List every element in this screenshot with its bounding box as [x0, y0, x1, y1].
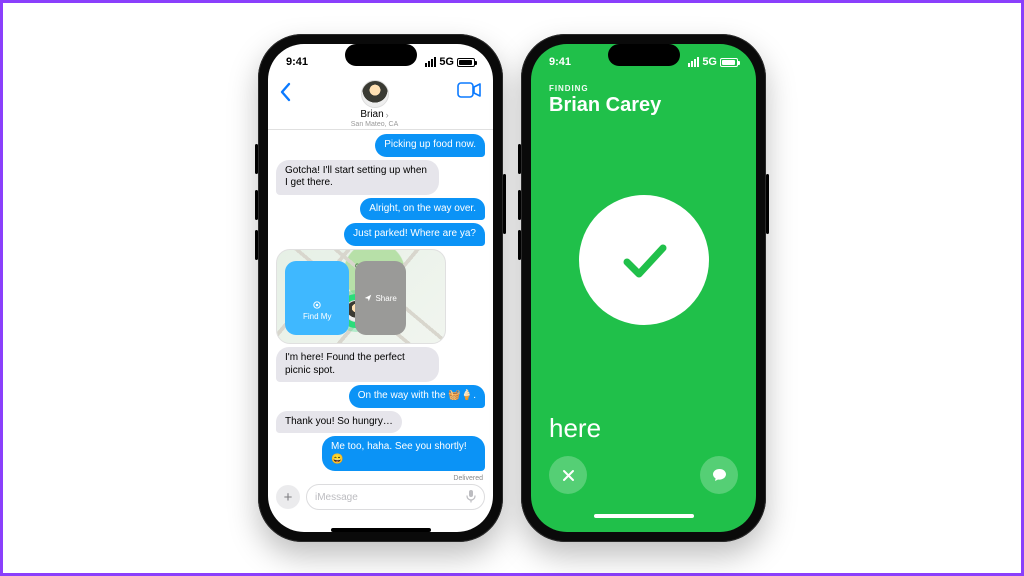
- cellular-icon: [688, 57, 699, 67]
- battery-icon: [720, 58, 738, 67]
- cellular-icon: [425, 57, 436, 67]
- location-card[interactable]: Central Park andJapanese Garden Find My …: [276, 249, 446, 345]
- message-button[interactable]: [700, 456, 738, 494]
- back-button[interactable]: [278, 80, 292, 108]
- add-button[interactable]: +: [276, 485, 300, 509]
- message-input[interactable]: iMessage: [306, 484, 485, 510]
- input-placeholder: iMessage: [315, 492, 358, 503]
- message-in[interactable]: Gotcha! I'll start setting up when I get…: [276, 160, 439, 195]
- delivered-label: Delivered: [453, 475, 483, 482]
- message-out[interactable]: Me too, haha. See you shortly! 😄: [322, 436, 485, 471]
- message-thread[interactable]: Picking up food now. Gotcha! I'll start …: [268, 130, 493, 482]
- contact-header[interactable]: Brian› San Mateo, CA: [351, 80, 398, 128]
- promo-frame: 9:41 5G Brian› San Mateo, CA: [0, 0, 1024, 576]
- message-in[interactable]: I'm here! Found the perfect picnic spot.: [276, 347, 439, 382]
- network-label: 5G: [439, 56, 454, 68]
- share-button[interactable]: Share: [355, 261, 405, 335]
- iphone-findmy: 9:41 5G FINDING Brian Carey: [521, 34, 766, 542]
- finding-status: here: [549, 413, 738, 444]
- facetime-button[interactable]: [457, 80, 481, 103]
- location-arrow-icon: [364, 294, 372, 302]
- checkmark-circle-icon: [579, 195, 709, 325]
- close-button[interactable]: [549, 456, 587, 494]
- finding-indicator: [549, 107, 738, 413]
- message-out[interactable]: Picking up food now.: [375, 134, 485, 157]
- close-icon: [561, 468, 576, 483]
- findmy-app: 9:41 5G FINDING Brian Carey: [531, 44, 756, 532]
- message-out[interactable]: On the way with the 🧺🍦.: [349, 385, 485, 408]
- video-icon: [457, 82, 481, 98]
- status-time: 9:41: [286, 56, 308, 68]
- chevron-right-icon: ›: [386, 110, 389, 120]
- messages-app: 9:41 5G Brian› San Mateo, CA: [268, 44, 493, 532]
- dynamic-island: [608, 44, 680, 66]
- network-label: 5G: [702, 56, 717, 68]
- avatar: [361, 80, 389, 108]
- contact-location: San Mateo, CA: [351, 121, 398, 128]
- iphone-messages: 9:41 5G Brian› San Mateo, CA: [258, 34, 503, 542]
- message-out[interactable]: Alright, on the way over.: [360, 198, 485, 221]
- chevron-left-icon: [278, 82, 292, 102]
- plus-icon: +: [284, 489, 293, 506]
- battery-icon: [457, 58, 475, 67]
- speech-bubble-icon: [711, 467, 728, 484]
- message-in[interactable]: Thank you! So hungry…: [276, 411, 402, 434]
- findmy-button[interactable]: Find My: [285, 261, 349, 335]
- composer: + iMessage: [268, 482, 493, 520]
- mic-icon: [466, 489, 476, 506]
- status-time: 9:41: [549, 56, 571, 68]
- message-out[interactable]: Just parked! Where are ya?: [344, 223, 485, 246]
- home-indicator[interactable]: [331, 528, 431, 532]
- home-indicator[interactable]: [594, 514, 694, 518]
- finding-label: FINDING: [549, 84, 738, 93]
- dynamic-island: [345, 44, 417, 66]
- contact-name: Brian: [360, 109, 383, 120]
- findmy-icon: [313, 301, 321, 309]
